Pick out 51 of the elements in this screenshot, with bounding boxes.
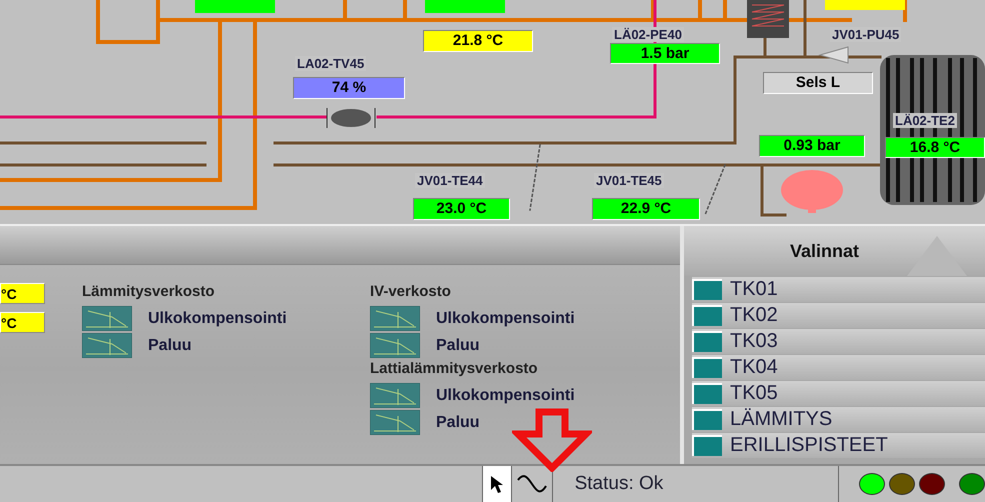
value-readout: Sels L xyxy=(763,72,873,94)
pointer-icon[interactable] xyxy=(488,475,505,494)
value-readout: °C xyxy=(0,312,45,334)
choice-item[interactable]: TK03 xyxy=(692,329,985,354)
trend-chart-icon[interactable] xyxy=(82,333,132,358)
list-title: Valinnat xyxy=(790,240,860,262)
valve-icon xyxy=(326,108,376,128)
trend-chart-icon[interactable] xyxy=(370,410,420,436)
trend-chart-icon[interactable] xyxy=(370,383,420,408)
choice-item[interactable]: TK04 xyxy=(692,355,985,380)
tag-label: JV01-TE45 xyxy=(594,173,664,188)
choice-item[interactable]: LÄMMITYS xyxy=(692,407,985,432)
value-readout: 21.8 °C xyxy=(423,30,533,52)
group-title: Lattialämmitysverkosto xyxy=(370,360,539,378)
signal-line xyxy=(704,164,726,216)
value-readout: 74 % xyxy=(293,77,405,99)
status-text: Status: Ok xyxy=(552,466,839,502)
value-readout: 22.9 °C xyxy=(592,198,700,220)
curve-label: Ulkokompensointi xyxy=(436,310,575,328)
down-arrow-icon xyxy=(512,408,592,472)
tag-label: LÄ02-PE40 xyxy=(612,27,684,42)
choice-item[interactable]: TK01 xyxy=(692,277,985,302)
curve-label: Ulkokompensointi xyxy=(436,386,575,405)
curve-label: Paluu xyxy=(436,414,480,432)
signal-line xyxy=(529,144,541,211)
value-readout: 23.0 °C xyxy=(413,198,510,220)
heat-exchanger-icon xyxy=(747,0,789,38)
group-title: IV-verkosto xyxy=(370,283,452,300)
value-readout: 0.93 bar xyxy=(759,135,865,157)
tag-label: JV01-PU45 xyxy=(830,27,902,42)
choice-item[interactable]: TK02 xyxy=(692,303,985,328)
wave-icon[interactable] xyxy=(516,474,548,494)
pipe xyxy=(903,0,907,22)
value-readout: °C xyxy=(0,283,45,304)
value-readout: 1.5 bar xyxy=(610,43,720,64)
curve-label: Ulkokompensointi xyxy=(148,310,287,328)
tag-label: LA02-TV45 xyxy=(295,56,366,71)
value-readout: 16.8 °C xyxy=(885,137,985,158)
group-title: Lämmitysverkosto xyxy=(82,283,216,300)
trend-chart-icon[interactable] xyxy=(82,306,132,332)
triangle-icon xyxy=(907,236,967,276)
trend-chart-icon[interactable] xyxy=(370,306,420,332)
curve-label: Paluu xyxy=(436,336,480,355)
pump-icon xyxy=(818,46,848,64)
choice-item[interactable]: ERILLISPISTEET xyxy=(692,433,985,458)
choice-item[interactable]: TK05 xyxy=(692,381,985,406)
trend-chart-icon[interactable] xyxy=(370,333,420,358)
tag-label: LÄ02-TE2 xyxy=(893,113,957,128)
curve-label: Paluu xyxy=(148,336,192,355)
expansion-tank-icon xyxy=(781,170,843,213)
tag-label: JV01-TE44 xyxy=(415,173,485,188)
